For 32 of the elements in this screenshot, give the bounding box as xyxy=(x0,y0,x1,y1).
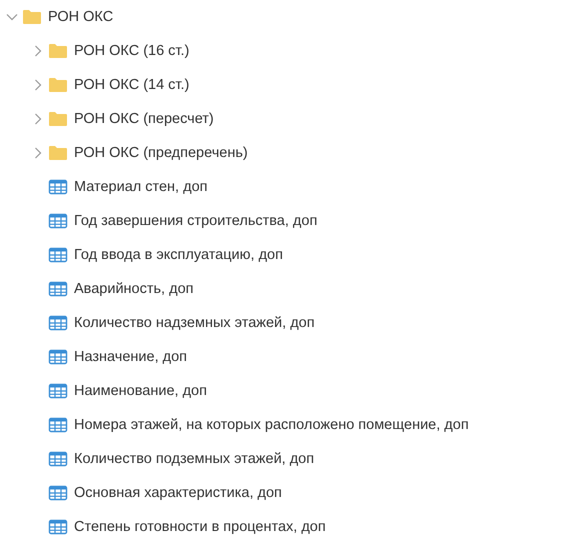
table-icon xyxy=(48,213,68,229)
table-name[interactable]: Аварийность, доп xyxy=(74,280,194,298)
table-name[interactable]: Год завершения строительства, доп xyxy=(74,212,318,230)
table-name[interactable]: Номера этажей, на которых расположено помещение, доп xyxy=(74,416,469,434)
folder-icon xyxy=(48,77,68,93)
table-name[interactable]: Наименование, доп xyxy=(74,382,207,400)
table-name[interactable]: Год ввода в эксплуатацию, доп xyxy=(74,246,283,264)
table-icon xyxy=(48,417,68,433)
table-icon xyxy=(48,281,68,297)
table-icon xyxy=(48,485,68,501)
folder-name[interactable]: РОН ОКС (16 ст.) xyxy=(74,42,190,60)
table-name[interactable]: Материал стен, доп xyxy=(74,178,208,196)
folder-name[interactable]: РОН ОКС xyxy=(48,8,114,26)
folder-icon xyxy=(48,43,68,59)
table-icon xyxy=(48,519,68,535)
table-name[interactable]: Назначение, доп xyxy=(74,348,187,366)
folder-name[interactable]: РОН ОКС (пересчет) xyxy=(74,110,214,128)
table-icon xyxy=(48,451,68,467)
table-name[interactable]: Количество надземных этажей, доп xyxy=(74,314,315,332)
table-icon xyxy=(48,179,68,195)
folder-icon xyxy=(48,145,68,161)
table-icon xyxy=(48,315,68,331)
table-icon xyxy=(48,383,68,399)
folder-name[interactable]: РОН ОКС (предперечень) xyxy=(74,144,248,162)
table-name[interactable]: Количество подземных этажей, доп xyxy=(74,450,314,468)
folder-icon xyxy=(22,9,42,25)
table-icon xyxy=(48,349,68,365)
folder-icon xyxy=(48,111,68,127)
table-name[interactable]: Основная характеристика, доп xyxy=(74,484,282,502)
table-icon xyxy=(48,247,68,263)
table-name[interactable]: Степень готовности в процентах, доп xyxy=(74,518,326,536)
folder-name[interactable]: РОН ОКС (14 ст.) xyxy=(74,76,190,94)
